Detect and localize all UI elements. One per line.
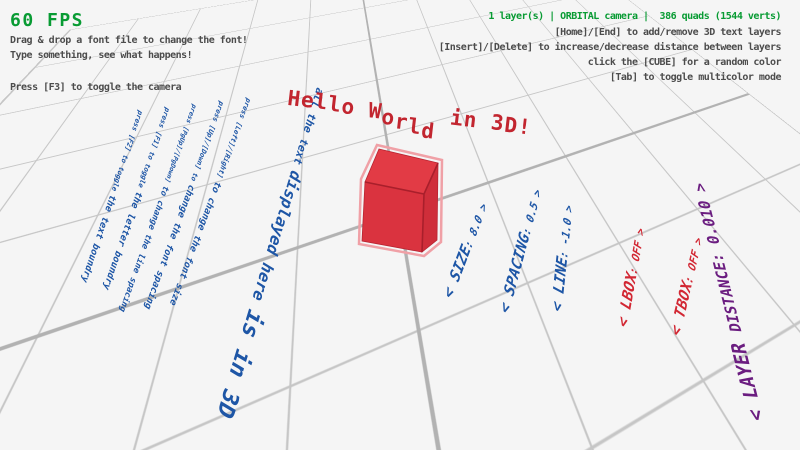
instruction-drag-drop: Drag & drop a font file to change the fo… [10, 35, 247, 46]
instruction-type: Type something, see what happens! [10, 50, 192, 61]
title-letter: ! [517, 114, 533, 139]
hint-multicolor: [Tab] to toggle multicolor mode [610, 72, 781, 83]
title-letter: d [420, 118, 436, 143]
instruction-camera-toggle: Press [F3] to toggle the camera [10, 82, 181, 93]
hint-layers: [Home]/[End] to add/remove 3D text layer… [555, 27, 781, 38]
app-window: press [F2] to toggle the text boundry pr… [0, 0, 800, 450]
hint-cube-color: click the [CUBE] for a random color [588, 57, 781, 68]
status-bar: 1 layer(s) | ORBITAL camera | 386 quads … [488, 11, 781, 22]
fps-counter: 60 FPS [10, 10, 84, 31]
hint-layer-distance: [Insert]/[Delete] to increase/decrease d… [439, 42, 781, 53]
cube[interactable] [348, 136, 452, 262]
